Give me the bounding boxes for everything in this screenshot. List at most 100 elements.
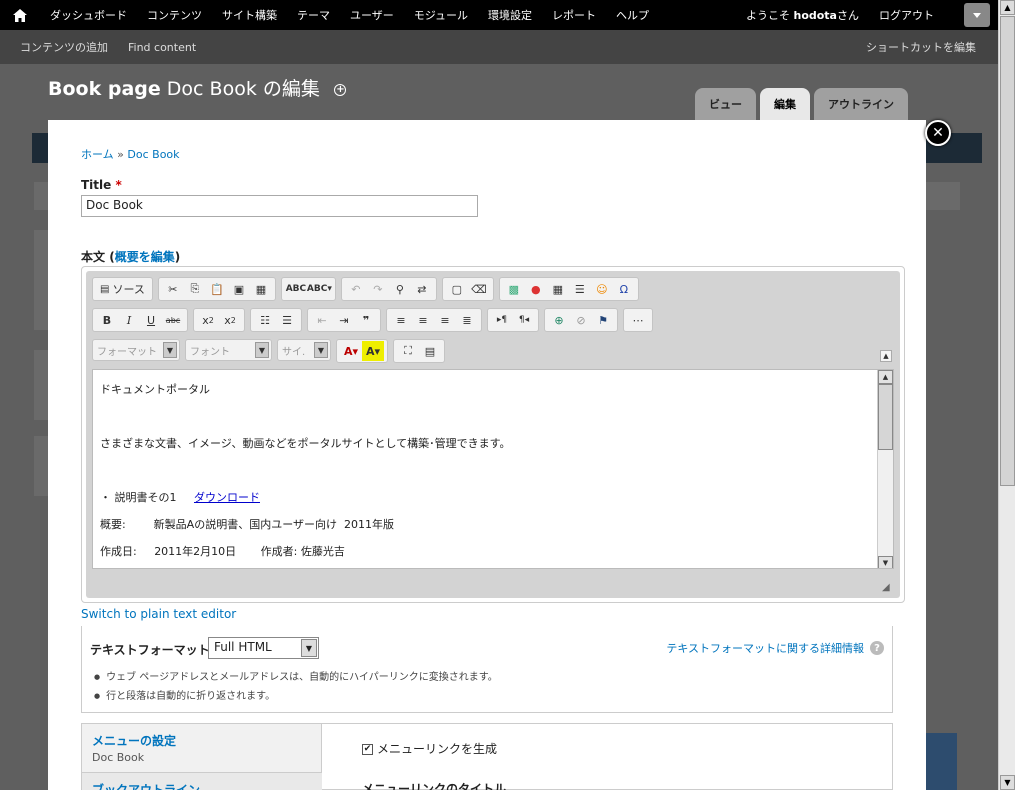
- cut-icon[interactable]: ✂: [162, 279, 184, 299]
- align-left-icon[interactable]: ≡: [390, 310, 412, 330]
- shortcut-add-content[interactable]: コンテンツの追加: [0, 39, 108, 55]
- replace-icon[interactable]: ⇄: [411, 279, 433, 299]
- blockquote-icon[interactable]: ❞: [355, 310, 377, 330]
- edit-summary-link[interactable]: 概要を編集: [115, 250, 175, 264]
- find-icon[interactable]: ⚲: [389, 279, 411, 299]
- link-icon[interactable]: ⊕: [548, 310, 570, 330]
- vertical-tab-list: メニューの設定 Doc Book ブックアウトライン: [82, 724, 322, 790]
- italic-icon[interactable]: I: [118, 310, 140, 330]
- add-shortcut-icon[interactable]: +: [334, 83, 347, 96]
- text-format-help-link[interactable]: テキストフォーマットに関する詳細情報 ?: [666, 640, 884, 656]
- unlink-icon[interactable]: ⊘: [570, 310, 592, 330]
- background-color-icon[interactable]: A▾: [362, 341, 384, 361]
- redo-icon[interactable]: ↷: [367, 279, 389, 299]
- subscript-icon[interactable]: x2: [197, 310, 219, 330]
- rtl-icon[interactable]: ¶◂: [513, 310, 535, 330]
- bulleted-list-icon[interactable]: ☰: [276, 310, 298, 330]
- undo-icon[interactable]: ↶: [345, 279, 367, 299]
- checkbox-checked-icon[interactable]: ✔: [362, 744, 373, 755]
- scroll-down-arrow[interactable]: ▼: [1000, 775, 1015, 790]
- source-button[interactable]: ▤ ソース: [96, 279, 149, 299]
- smiley-icon[interactable]: ☺: [591, 279, 613, 299]
- table-icon[interactable]: ▦: [547, 279, 569, 299]
- edit-shortcuts-link[interactable]: ショートカットを編集: [846, 39, 976, 55]
- scroll-down-arrow[interactable]: ▼: [878, 556, 893, 568]
- paste-text-icon[interactable]: ▣: [228, 279, 250, 299]
- ltr-icon[interactable]: ▸¶: [491, 310, 513, 330]
- scroll-thumb[interactable]: [1000, 16, 1015, 486]
- copy-icon[interactable]: ⎘: [184, 279, 206, 299]
- menu-content[interactable]: コンテンツ: [137, 7, 212, 23]
- scroll-thumb[interactable]: [878, 384, 893, 450]
- text-color-icon[interactable]: A▾: [340, 341, 362, 361]
- align-right-icon[interactable]: ≡: [434, 310, 456, 330]
- text-format-select[interactable]: Full HTML ▼: [208, 637, 319, 659]
- scroll-up-arrow[interactable]: ▲: [1000, 0, 1015, 15]
- vertical-tab-book-outline[interactable]: ブックアウトライン: [82, 772, 322, 790]
- spellcheck-icon[interactable]: ABC: [285, 279, 307, 299]
- select-all-icon[interactable]: ▢: [446, 279, 468, 299]
- editor-content-area[interactable]: ドキュメントポータル さまざまな文書、イメージ、動画などをポータルサイトとして構…: [92, 369, 894, 569]
- bold-icon[interactable]: B: [96, 310, 118, 330]
- align-center-icon[interactable]: ≡: [412, 310, 434, 330]
- tab-view[interactable]: ビュー: [695, 88, 756, 120]
- text-format-help-text: テキストフォーマットに関する詳細情報: [666, 642, 864, 655]
- justify-icon[interactable]: ≣: [456, 310, 478, 330]
- font-combo[interactable]: フォント ▼: [185, 339, 272, 361]
- paste-word-icon[interactable]: ▦: [250, 279, 272, 299]
- spellcheck-as-you-type-icon[interactable]: ABC▾: [307, 279, 332, 299]
- outdent-icon[interactable]: ⇤: [311, 310, 333, 330]
- strikethrough-icon[interactable]: abc: [162, 310, 184, 330]
- title-input[interactable]: Doc Book: [81, 195, 478, 217]
- shortcut-find-content[interactable]: Find content: [108, 41, 196, 54]
- page-break-icon[interactable]: ⋯: [627, 310, 649, 330]
- horizontal-rule-icon[interactable]: ☰: [569, 279, 591, 299]
- show-blocks-icon[interactable]: ▤: [419, 341, 441, 361]
- numbered-list-icon[interactable]: ☷: [254, 310, 276, 330]
- menu-people[interactable]: ユーザー: [340, 7, 404, 23]
- scroll-up-arrow[interactable]: ▲: [878, 370, 893, 384]
- editor-scrollbar[interactable]: ▲ ▼: [877, 370, 893, 568]
- breadcrumb-home[interactable]: ホーム: [81, 148, 114, 161]
- rich-text-editor: ▤ ソース ✂ ⎘ 📋 ▣ ▦ ABC ABC▾ ↶ ↷ ⚲ ⇄ ▢ ⌫ ▩ ●…: [81, 266, 905, 603]
- paste-icon[interactable]: 📋: [206, 279, 228, 299]
- underline-icon[interactable]: U: [140, 310, 162, 330]
- window-scrollbar[interactable]: ▲ ▼: [998, 0, 1015, 790]
- logout-link[interactable]: ログアウト: [879, 7, 934, 23]
- username-link[interactable]: hodota: [793, 9, 837, 22]
- source-button-label: ソース: [112, 283, 145, 296]
- edit-overlay: ホーム » Doc Book Title * Doc Book 本文 (概要を編…: [48, 120, 926, 790]
- menu-appearance[interactable]: テーマ: [287, 7, 340, 23]
- format-combo[interactable]: フォーマット ▼: [92, 339, 180, 361]
- shortcut-drawer-toggle[interactable]: [964, 3, 990, 27]
- welcome-text: ようこそ: [745, 9, 790, 22]
- help-icon: ?: [870, 641, 884, 655]
- vertical-tab-menu-settings[interactable]: メニューの設定 Doc Book: [82, 724, 322, 772]
- superscript-icon[interactable]: x2: [219, 310, 241, 330]
- tab-edit[interactable]: 編集: [760, 88, 810, 120]
- size-combo[interactable]: サイ. ▼: [277, 339, 331, 361]
- menu-reports[interactable]: レポート: [542, 7, 606, 23]
- menu-dashboard[interactable]: ダッシュボード: [40, 7, 137, 23]
- home-icon[interactable]: [0, 0, 40, 30]
- close-overlay-icon[interactable]: ✕: [925, 120, 951, 146]
- checkbox-label: メニューリンクを生成: [377, 742, 498, 756]
- download-link[interactable]: ダウンロード: [194, 491, 260, 504]
- tab-outline[interactable]: アウトライン: [814, 88, 908, 120]
- indent-icon[interactable]: ⇥: [333, 310, 355, 330]
- menu-modules[interactable]: モジュール: [404, 7, 478, 23]
- image-icon[interactable]: ▩: [503, 279, 525, 299]
- special-char-icon[interactable]: Ω: [613, 279, 635, 299]
- anchor-icon[interactable]: ⚑: [592, 310, 614, 330]
- provide-menu-link-checkbox[interactable]: ✔ メニューリンクを生成: [362, 740, 497, 757]
- switch-editor-link[interactable]: Switch to plain text editor: [81, 607, 236, 621]
- maximize-icon[interactable]: ⛶: [397, 341, 419, 361]
- remove-format-icon[interactable]: ⌫: [468, 279, 490, 299]
- breadcrumb-current[interactable]: Doc Book: [127, 148, 179, 161]
- menu-structure[interactable]: サイト構築: [212, 7, 287, 23]
- flash-icon[interactable]: ●: [525, 279, 547, 299]
- resize-handle-icon[interactable]: ◢: [882, 582, 894, 594]
- menu-help[interactable]: ヘルプ: [606, 7, 659, 23]
- toolbar-collapse-icon[interactable]: ▲: [880, 350, 892, 362]
- menu-configuration[interactable]: 環境設定: [478, 7, 542, 23]
